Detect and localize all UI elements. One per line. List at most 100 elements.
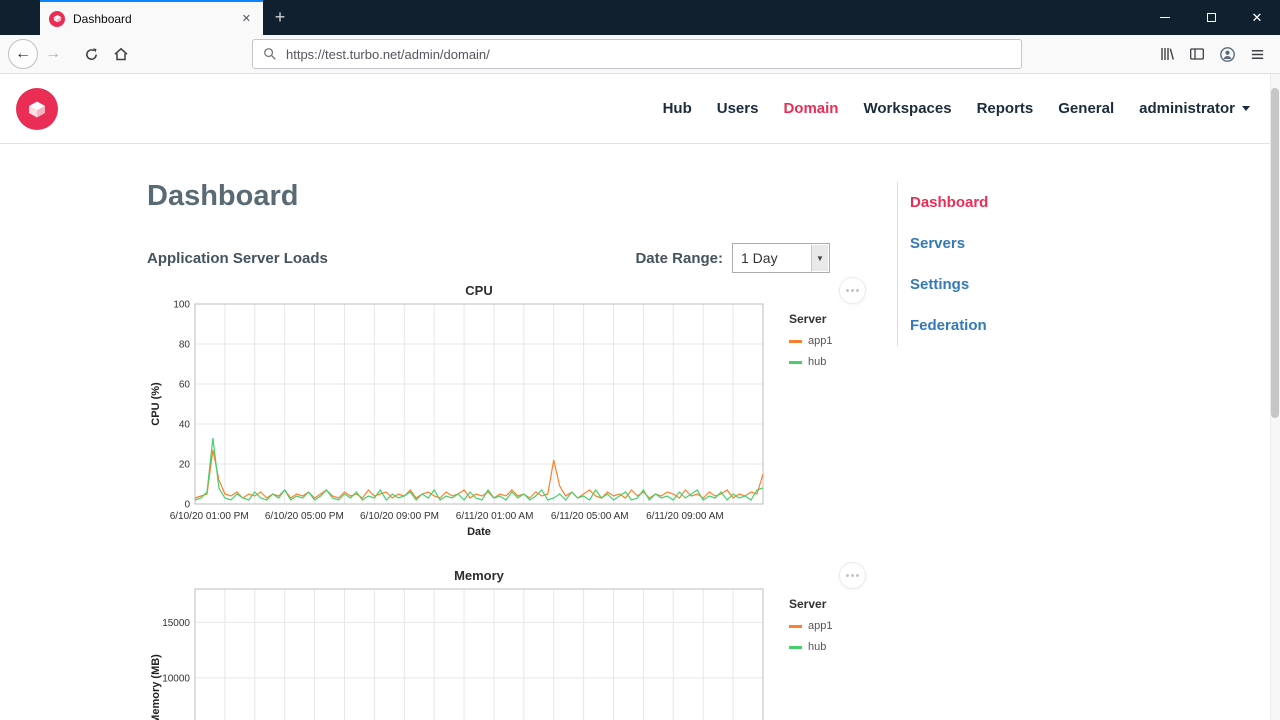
memory-chart-title: Memory: [454, 568, 504, 583]
series-swatch-app1: [789, 624, 802, 628]
ellipsis-icon: [856, 574, 859, 577]
svg-text:0: 0: [184, 500, 190, 511]
legend-label: app1: [808, 335, 833, 347]
turbo-favicon-icon: [49, 10, 65, 27]
cpu-chart-block: CPU 0 20 40 60 80 100 6/10/20 01:00 PM 6/10/20 …: [147, 277, 866, 538]
reload-button[interactable]: [76, 39, 106, 69]
legend-item-app1: app1: [789, 620, 847, 632]
sidebar-item-settings[interactable]: Settings: [910, 264, 1047, 305]
svg-text:6/11/20 09:00 AM: 6/11/20 09:00 AM: [646, 511, 724, 522]
svg-text:100: 100: [173, 300, 190, 311]
chevron-down-icon: [1242, 106, 1250, 111]
svg-text:10000: 10000: [162, 673, 190, 684]
turbo-logo-icon[interactable]: [16, 87, 58, 130]
window-controls: ✕: [1142, 0, 1280, 35]
new-tab-button[interactable]: +: [263, 0, 297, 35]
search-icon: [264, 48, 276, 60]
tab-close-icon[interactable]: ✕: [239, 10, 254, 27]
memory-chart-menu-button[interactable]: [839, 562, 866, 589]
cpu-chart-menu-button[interactable]: [839, 277, 866, 304]
side-nav: Dashboard Servers Settings Federation: [897, 182, 1047, 346]
sidebar-icon: [1190, 48, 1204, 60]
page-title: Dashboard: [147, 180, 299, 212]
series-swatch-app1: [789, 339, 802, 343]
nav-link-workspaces[interactable]: Workspaces: [863, 100, 951, 117]
svg-text:20: 20: [179, 460, 191, 471]
svg-text:6/10/20 01:00 PM: 6/10/20 01:00 PM: [170, 511, 249, 522]
nav-link-domain[interactable]: Domain: [783, 100, 838, 117]
nav-link-general[interactable]: General: [1058, 100, 1114, 117]
svg-text:15000: 15000: [162, 618, 190, 629]
svg-text:6/11/20 05:00 AM: 6/11/20 05:00 AM: [551, 511, 629, 522]
legend-label: hub: [808, 641, 827, 653]
main-column: Dashboard Application Server Loads Date …: [147, 144, 866, 720]
legend-item-app1: app1: [789, 335, 847, 347]
select-dropdown-icon: ▼: [811, 245, 828, 271]
svg-text:Date: Date: [467, 526, 491, 538]
ellipsis-icon: [851, 289, 854, 292]
maximize-icon: [1206, 13, 1216, 22]
home-button[interactable]: [106, 39, 136, 69]
section-title: Application Server Loads: [147, 249, 328, 267]
ellipsis-icon: [846, 574, 849, 577]
series-swatch-hub: [789, 360, 802, 364]
back-button[interactable]: ←: [8, 39, 38, 69]
url-bar[interactable]: https://test.turbo.net/admin/domain/: [252, 39, 1022, 69]
legend-title: Server: [789, 312, 827, 326]
window-minimize-button[interactable]: [1142, 0, 1188, 35]
sidebar-item-federation[interactable]: Federation: [910, 305, 1047, 346]
svg-text:6/11/20 01:00 AM: 6/11/20 01:00 AM: [456, 511, 534, 522]
sidebar-item-dashboard[interactable]: Dashboard: [910, 182, 1047, 223]
menu-button[interactable]: [1242, 39, 1272, 69]
page-viewport: Hub Users Domain Workspaces Reports Gene…: [0, 74, 1280, 720]
ellipsis-icon: [846, 289, 849, 292]
ellipsis-icon: [856, 289, 859, 292]
sidebar-toggle-button[interactable]: [1182, 39, 1212, 69]
date-range-label: Date Range:: [635, 249, 723, 267]
cpu-chart-title: CPU: [465, 283, 493, 298]
window-maximize-button[interactable]: [1188, 0, 1234, 35]
date-range-value: 1 Day: [741, 250, 778, 266]
cpu-chart-legend: Server app1 hub: [789, 312, 847, 368]
window-close-button[interactable]: ✕: [1234, 0, 1280, 35]
home-icon: [114, 47, 128, 61]
sidebar-item-servers[interactable]: Servers: [910, 223, 1047, 264]
url-text: https://test.turbo.net/admin/domain/: [286, 46, 490, 62]
date-range-select[interactable]: 1 Day ▼: [732, 243, 830, 273]
legend-label: app1: [808, 620, 833, 632]
scrollbar-thumb[interactable]: [1271, 88, 1279, 418]
series-swatch-hub: [789, 645, 802, 649]
cpu-chart-canvas: 0 20 40 60 80 100 6/10/20 01:00 PM 6/10/20 05:0…: [150, 300, 764, 538]
content: Dashboard Application Server Loads Date …: [0, 144, 1280, 720]
nav-link-users[interactable]: Users: [717, 100, 759, 117]
legend-item-hub: hub: [789, 641, 847, 653]
browser-toolbar: ← → https://test.turbo.net/admin/domain/: [0, 35, 1280, 74]
svg-text:6/10/20 05:00 PM: 6/10/20 05:00 PM: [265, 511, 344, 522]
main-nav: Hub Users Domain Workspaces Reports Gene…: [663, 100, 1250, 117]
memory-chart-block: Memory 15000 10000 Memory (MB) Server app1: [147, 562, 866, 720]
reload-icon: [85, 47, 97, 60]
svg-text:6/10/20 09:00 PM: 6/10/20 09:00 PM: [360, 511, 439, 522]
user-menu[interactable]: administrator: [1139, 100, 1250, 117]
library-button[interactable]: [1152, 39, 1182, 69]
browser-titlebar: Dashboard ✕ + ✕: [0, 0, 1280, 35]
nav-link-reports[interactable]: Reports: [977, 100, 1034, 117]
user-menu-label: administrator: [1139, 100, 1235, 117]
close-icon: ✕: [1251, 9, 1263, 25]
minimize-icon: [1160, 17, 1170, 18]
hamburger-icon: [1251, 49, 1263, 59]
nav-link-hub[interactable]: Hub: [663, 100, 692, 117]
ellipsis-icon: [851, 574, 854, 577]
svg-text:80: 80: [179, 340, 191, 351]
account-icon: [1219, 46, 1235, 62]
svg-text:60: 60: [179, 380, 191, 391]
section-row: Application Server Loads Date Range: 1 D…: [147, 243, 866, 273]
svg-text:Memory (MB): Memory (MB): [150, 654, 162, 720]
account-button[interactable]: [1212, 39, 1242, 69]
svg-text:CPU (%): CPU (%): [150, 382, 162, 426]
forward-button[interactable]: →: [38, 39, 68, 69]
memory-chart-canvas: 15000 10000Memory (MB): [150, 588, 764, 720]
page-scrollbar[interactable]: [1270, 74, 1280, 720]
legend-title: Server: [789, 597, 827, 611]
browser-tab-dashboard[interactable]: Dashboard ✕: [40, 0, 263, 35]
